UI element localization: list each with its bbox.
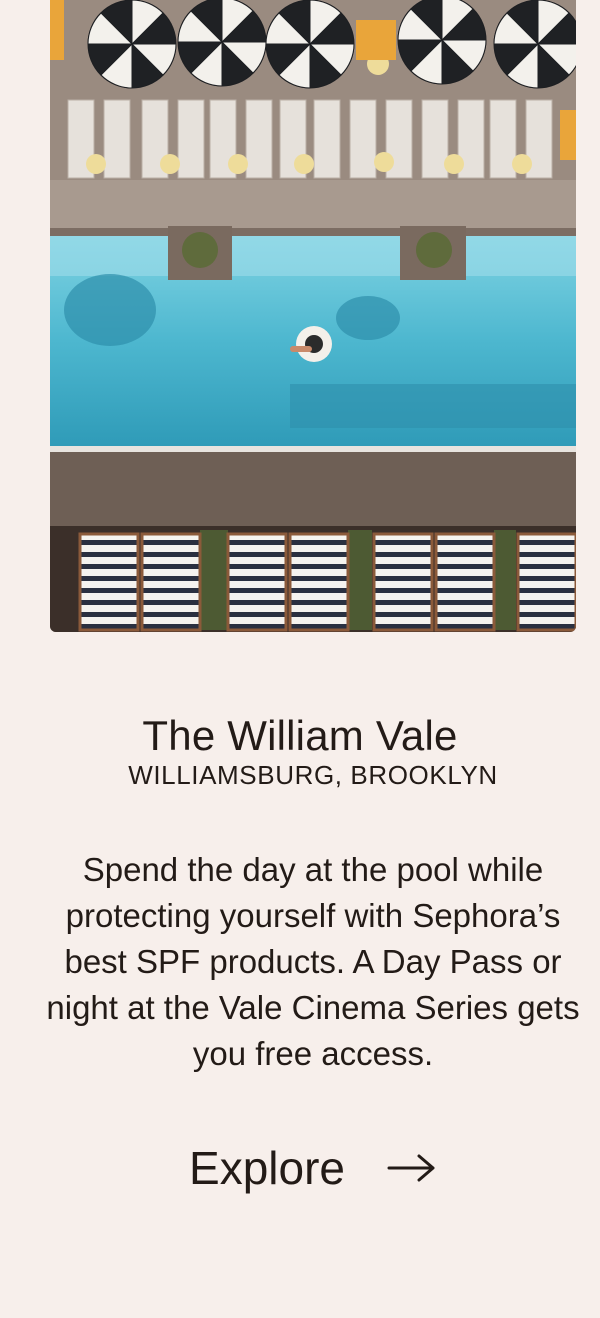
pool-aerial-illustration: [50, 0, 576, 632]
explore-label: Explore: [189, 1142, 345, 1194]
explore-link[interactable]: Explore: [0, 1138, 600, 1198]
venue-location: WILLIAMSBURG, BROOKLYN: [128, 760, 498, 790]
arrow-right-icon: [387, 1153, 437, 1183]
venue-title: The William Vale: [142, 712, 458, 760]
venue-description: Spend the day at the pool while protecti…: [46, 851, 580, 1072]
hero-image[interactable]: [50, 0, 576, 632]
